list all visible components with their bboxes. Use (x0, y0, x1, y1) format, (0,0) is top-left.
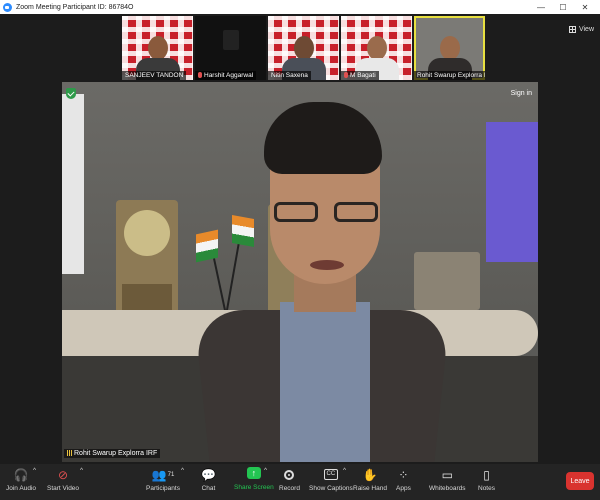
participants-count: 71 (167, 471, 175, 478)
trophy-plaque (116, 200, 178, 318)
muted-mic-icon (344, 72, 348, 78)
captions-icon: CC (323, 467, 339, 482)
encryption-shield-icon[interactable] (66, 88, 76, 99)
chat-label: Chat (201, 485, 216, 492)
view-button[interactable]: View (568, 26, 594, 33)
participants-button[interactable]: 👥 71 Participants (146, 467, 180, 493)
apps-button[interactable]: ⁘ Apps (396, 467, 411, 493)
show-captions-button[interactable]: CC Show Captions (309, 467, 353, 492)
start-video-button[interactable]: ⊘ Start Video (47, 467, 80, 493)
speaker-person (193, 102, 451, 462)
meeting-area: SANJEEV TANDON Harshit Aggarwal Nitin Sa… (0, 14, 600, 464)
participant-name-tag: M Bagati (341, 71, 379, 80)
participants-options-caret[interactable]: ^ (181, 467, 184, 474)
maximize-button[interactable]: ☐ (552, 3, 574, 12)
leave-button[interactable]: Leave (566, 472, 594, 490)
zoom-logo-icon (3, 2, 12, 12)
notes-label: Notes (478, 485, 495, 492)
grid-view-icon (568, 26, 576, 33)
speaker-name: Rohit Swarup Explorra IRF (74, 450, 158, 457)
minimize-button[interactable]: — (530, 3, 552, 12)
participant-name: Rohit Swarup Explorra IRF (414, 71, 485, 80)
close-button[interactable]: ✕ (574, 3, 596, 12)
speaker-name-tag: Rohit Swarup Explorra IRF (64, 449, 161, 458)
captions-options-caret[interactable]: ^ (343, 467, 346, 474)
participant-name: SANJEEV TANDON (122, 71, 187, 80)
whiteboards-button[interactable]: ▭ Whiteboards (429, 467, 466, 493)
participant-tile[interactable]: Nitin Saxena (268, 16, 339, 80)
record-icon (284, 467, 295, 482)
join-audio-label: Join Audio (6, 485, 36, 492)
participant-tile[interactable]: SANJEEV TANDON (122, 16, 193, 80)
start-video-label: Start Video (47, 485, 80, 492)
audio-options-caret[interactable]: ^ (33, 467, 36, 474)
participant-name: Harshit Aggarwal (204, 72, 254, 79)
participant-tile[interactable]: Harshit Aggarwal (195, 16, 266, 80)
record-button[interactable]: Record (279, 467, 300, 492)
participant-name: M Bagati (350, 72, 376, 79)
video-off-icon: ⊘ (57, 467, 69, 482)
meeting-toolbar: 🎧 Join Audio ^ ⊘ Start Video ^ 👥 71 Parti… (0, 464, 600, 500)
participants-icon: 👥 71 (151, 467, 175, 482)
join-audio-button[interactable]: 🎧 Join Audio (6, 467, 36, 493)
chat-icon: 💬 (201, 467, 216, 482)
apps-icon: ⁘ (398, 467, 409, 482)
share-screen-label: Share Screen (234, 484, 274, 491)
background-panel (486, 122, 538, 262)
share-options-caret[interactable]: ^ (264, 467, 267, 474)
window-title: Zoom Meeting Participant ID: 86784O (16, 3, 134, 11)
show-captions-label: Show Captions (309, 485, 353, 492)
muted-mic-icon (198, 72, 202, 78)
whiteboards-label: Whiteboards (429, 485, 466, 492)
notes-icon: ▯ (483, 467, 490, 482)
participant-video-off (222, 30, 239, 50)
participant-tile-active-speaker[interactable]: Rohit Swarup Explorra IRF (414, 16, 485, 80)
participant-name: Nitin Saxena (268, 71, 311, 80)
video-options-caret[interactable]: ^ (80, 467, 83, 474)
sign-in-link[interactable]: Sign in (511, 90, 532, 97)
participant-tile[interactable]: M Bagati (341, 16, 412, 80)
window-controls: — ☐ ✕ (530, 0, 596, 14)
background-window (62, 94, 84, 274)
notes-button[interactable]: ▯ Notes (478, 467, 495, 493)
raise-hand-label: Raise Hand (353, 485, 387, 492)
participants-label: Participants (146, 485, 180, 492)
gallery-strip: SANJEEV TANDON Harshit Aggarwal Nitin Sa… (122, 16, 485, 82)
participant-name-tag: Harshit Aggarwal (195, 71, 257, 80)
raise-hand-button[interactable]: ✋ Raise Hand (353, 467, 387, 493)
raise-hand-icon: ✋ (362, 467, 378, 482)
chat-button[interactable]: 💬 Chat (201, 467, 216, 493)
whiteboard-icon: ▭ (441, 467, 453, 482)
record-label: Record (279, 485, 300, 492)
view-label: View (578, 26, 594, 33)
headphones-icon: 🎧 (13, 467, 29, 482)
active-speaker-video[interactable]: Sign in Rohit Swarup Explorra IRF (62, 82, 538, 462)
audio-level-icon (67, 450, 72, 456)
share-screen-icon: ↑ (246, 467, 261, 479)
apps-label: Apps (396, 485, 411, 492)
title-bar: Zoom Meeting Participant ID: 86784O — ☐ … (0, 0, 600, 14)
share-screen-button[interactable]: ↑ Share Screen (234, 467, 274, 491)
